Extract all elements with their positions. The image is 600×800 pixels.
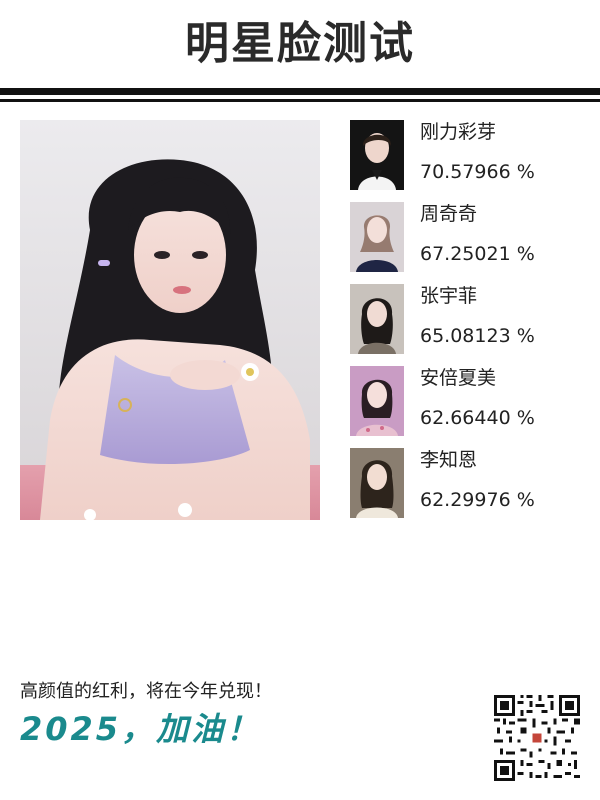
face-thumbnail-icon xyxy=(350,202,404,272)
uploaded-photo xyxy=(20,120,320,520)
title-divider-thick xyxy=(0,88,600,95)
face-thumbnail-icon xyxy=(350,366,404,436)
match-thumbnail xyxy=(350,120,404,190)
qr-code[interactable] xyxy=(494,695,580,781)
match-item: 李知恩 62.29976 % xyxy=(350,448,580,518)
portrait-illustration xyxy=(20,120,320,520)
match-name: 李知恩 xyxy=(420,449,478,471)
qr-code-icon xyxy=(494,695,580,781)
match-name: 张宇菲 xyxy=(420,285,478,307)
match-thumbnail xyxy=(350,284,404,354)
match-score: 65.08123 % xyxy=(420,325,535,347)
face-thumbnail-icon xyxy=(350,284,404,354)
match-item: 刚力彩芽 70.57966 % xyxy=(350,120,580,190)
match-item: 周奇奇 67.25021 % xyxy=(350,202,580,272)
face-thumbnail-icon xyxy=(350,120,404,190)
match-thumbnail xyxy=(350,202,404,272)
match-name: 周奇奇 xyxy=(420,203,478,225)
face-thumbnail-icon xyxy=(350,448,404,518)
title-divider-thin xyxy=(0,99,600,102)
match-thumbnail xyxy=(350,366,404,436)
tagline: 高颜值的红利，将在今年兑现！ xyxy=(20,681,272,702)
match-thumbnail xyxy=(350,448,404,518)
match-name: 刚力彩芽 xyxy=(420,121,497,143)
match-score: 62.66440 % xyxy=(420,407,535,429)
match-name: 安倍夏美 xyxy=(420,367,497,389)
match-item: 张宇菲 65.08123 % xyxy=(350,284,580,354)
page-title: 明星脸测试 xyxy=(185,18,415,69)
slogan: 2025，加油！ xyxy=(20,710,262,748)
match-score: 62.29976 % xyxy=(420,489,535,511)
result-card: 明星脸测试 刚力彩芽 70.57966 % 周奇奇 67.25021 % 张宇菲… xyxy=(0,0,600,800)
match-score: 70.57966 % xyxy=(420,161,535,183)
match-score: 67.25021 % xyxy=(420,243,535,265)
match-item: 安倍夏美 62.66440 % xyxy=(350,366,580,436)
